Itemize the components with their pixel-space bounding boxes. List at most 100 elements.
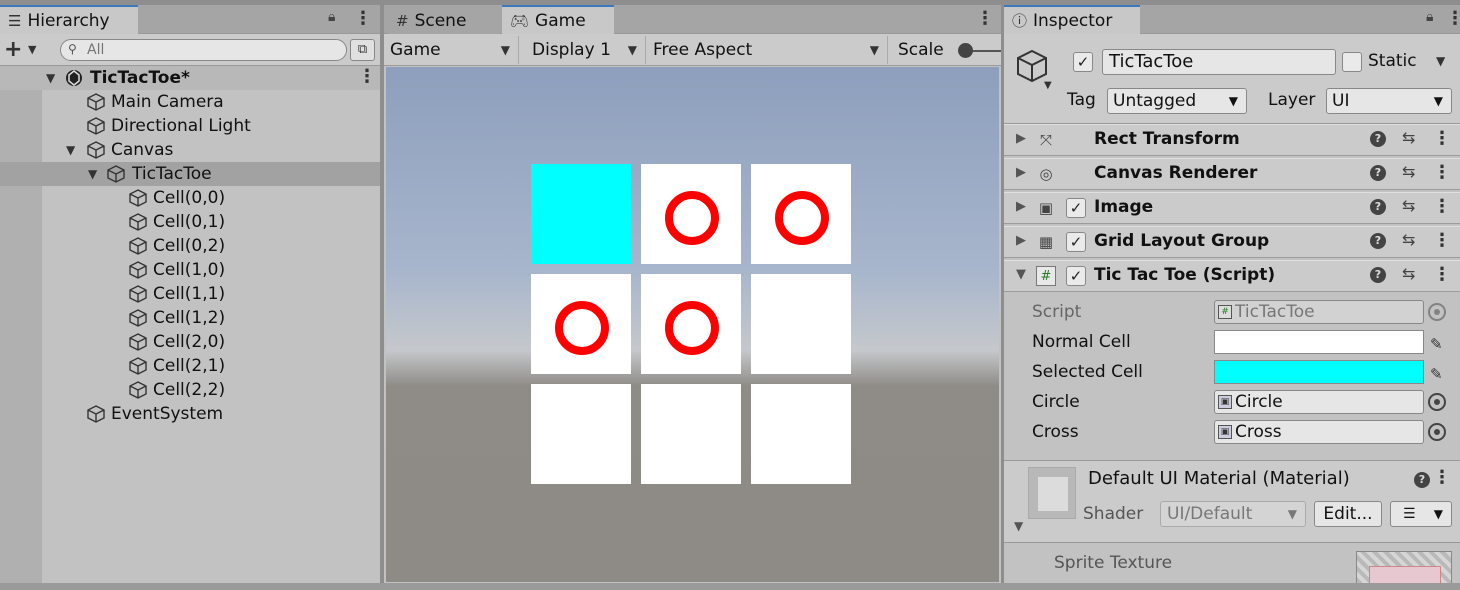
board-cell[interactable]: [531, 384, 631, 484]
component-enabled-checkbox[interactable]: ✓: [1066, 266, 1086, 286]
fold-arrow-icon[interactable]: ▶: [1016, 233, 1026, 248]
board-cell[interactable]: [751, 274, 851, 374]
game-menu-icon[interactable]: ⋮: [976, 8, 994, 30]
expand-arrow-icon[interactable]: ▼: [88, 162, 97, 186]
hierarchy-item-label: Cell(2,0): [153, 332, 226, 352]
component-tictactoe-script[interactable]: ▼ # ✓ Tic Tac Toe (Script) ? ⇆ ⋮: [1004, 260, 1460, 292]
edit-shader-button[interactable]: Edit...: [1314, 501, 1382, 527]
lock-icon[interactable]: 🔒︎: [1426, 9, 1433, 25]
gameobject-icon[interactable]: [1014, 48, 1050, 84]
shader-label: Shader: [1083, 504, 1144, 524]
chevron-down-icon[interactable]: ▼: [28, 43, 36, 56]
help-icon[interactable]: ?: [1370, 165, 1386, 181]
hierarchy-item-cell[interactable]: Cell(0,1): [0, 210, 380, 234]
preset-icon[interactable]: ⇆: [1402, 162, 1415, 181]
normal-cell-color-field[interactable]: [1214, 330, 1424, 354]
static-dropdown-icon[interactable]: ▼: [1436, 54, 1445, 68]
preset-icon[interactable]: ⇆: [1402, 230, 1415, 249]
eyedropper-icon[interactable]: ✎: [1430, 361, 1443, 387]
hierarchy-item-eventsystem[interactable]: EventSystem: [0, 402, 380, 426]
inspector-menu-icon[interactable]: ⋮: [1446, 8, 1460, 30]
help-icon[interactable]: ?: [1370, 233, 1386, 249]
expand-arrow-icon[interactable]: ▼: [66, 138, 75, 162]
component-enabled-checkbox[interactable]: ✓: [1066, 198, 1086, 218]
lock-icon[interactable]: 🔒︎: [328, 9, 335, 25]
tab-scene[interactable]: # Scene: [388, 5, 500, 34]
hierarchy-item-cell[interactable]: Cell(0,0): [0, 186, 380, 210]
fold-arrow-icon[interactable]: ▼: [1016, 267, 1026, 282]
object-picker-icon[interactable]: [1428, 423, 1446, 441]
help-icon[interactable]: ?: [1370, 199, 1386, 215]
expand-arrow-icon[interactable]: ▼: [46, 66, 55, 90]
selected-cell-color-field[interactable]: [1214, 360, 1424, 384]
tag-select[interactable]: Untagged ▼: [1107, 88, 1247, 114]
layer-select[interactable]: UI ▼: [1326, 88, 1452, 114]
board-cell[interactable]: [751, 164, 851, 264]
cross-reference-field[interactable]: ▣ Cross: [1214, 420, 1424, 444]
component-menu-icon[interactable]: ⋮: [1433, 128, 1451, 150]
add-icon[interactable]: +: [4, 37, 22, 62]
view-select[interactable]: Game ▼: [384, 36, 519, 64]
hierarchy-item-tictactoe[interactable]: ▼ TicTacToe: [0, 162, 380, 186]
board-cell[interactable]: [641, 384, 741, 484]
hierarchy-item-cell[interactable]: Cell(2,1): [0, 354, 380, 378]
object-name-field[interactable]: TicTacToe: [1102, 49, 1336, 75]
component-menu-icon[interactable]: ⋮: [1433, 264, 1451, 286]
static-checkbox[interactable]: [1342, 52, 1362, 72]
circle-reference-field[interactable]: ▣ Circle: [1214, 390, 1424, 414]
board-cell[interactable]: [641, 274, 741, 374]
hierarchy-item-cell[interactable]: Cell(2,0): [0, 330, 380, 354]
eyedropper-icon[interactable]: ✎: [1430, 331, 1443, 357]
component-image[interactable]: ▶ ▣ ✓ Image ? ⇆ ⋮: [1004, 192, 1460, 224]
field-script: Script # TicTacToe: [1032, 299, 1460, 325]
fold-arrow-icon[interactable]: ▶: [1016, 199, 1026, 214]
board-cell[interactable]: [531, 274, 631, 374]
preset-icon[interactable]: ⇆: [1402, 128, 1415, 147]
hierarchy-item-cell[interactable]: Cell(1,1): [0, 282, 380, 306]
hierarchy-search[interactable]: ⚲: [60, 39, 347, 61]
help-icon[interactable]: ?: [1370, 267, 1386, 283]
fold-arrow-icon[interactable]: ▶: [1016, 165, 1026, 180]
hierarchy-item-cell[interactable]: Cell(2,2): [0, 378, 380, 402]
hierarchy-item-cell[interactable]: Cell(1,2): [0, 306, 380, 330]
hierarchy-item-directional-light[interactable]: Directional Light: [0, 114, 380, 138]
component-menu-icon[interactable]: ⋮: [1433, 230, 1451, 252]
hierarchy-item-tictactoe-scene[interactable]: ▼ TicTacToe* ⋮: [0, 66, 380, 90]
game-viewport[interactable]: [386, 67, 999, 582]
board-cell[interactable]: [751, 384, 851, 484]
component-grid-layout-group[interactable]: ▶ ▦ ✓ Grid Layout Group ? ⇆ ⋮: [1004, 226, 1460, 258]
hierarchy-item-canvas[interactable]: ▼ Canvas: [0, 138, 380, 162]
object-picker-icon[interactable]: [1428, 393, 1446, 411]
chevron-down-icon[interactable]: ▼: [1044, 80, 1052, 91]
shader-options-button[interactable]: ☰ ▼: [1390, 501, 1452, 527]
tab-game[interactable]: 🎮︎ Game: [502, 5, 614, 34]
help-icon[interactable]: ?: [1414, 472, 1430, 488]
material-menu-icon[interactable]: ⋮: [1433, 467, 1451, 489]
scale-slider-handle[interactable]: [958, 43, 973, 58]
scene-menu-icon[interactable]: ⋮: [358, 66, 376, 88]
component-title: Grid Layout Group: [1094, 231, 1270, 251]
hierarchy-item-cell[interactable]: Cell(1,0): [0, 258, 380, 282]
component-canvas-renderer[interactable]: ▶ ◎ Canvas Renderer ? ⇆ ⋮: [1004, 158, 1460, 190]
hierarchy-item-main-camera[interactable]: Main Camera: [0, 90, 380, 114]
board-cell[interactable]: [531, 164, 631, 264]
help-icon[interactable]: ?: [1370, 131, 1386, 147]
component-enabled-checkbox[interactable]: ✓: [1066, 232, 1086, 252]
component-menu-icon[interactable]: ⋮: [1433, 196, 1451, 218]
active-checkbox[interactable]: ✓: [1073, 52, 1093, 72]
tab-hierarchy[interactable]: ☰ Hierarchy: [0, 5, 138, 34]
tab-inspector[interactable]: ⓘ Inspector: [1004, 5, 1140, 34]
preset-icon[interactable]: ⇆: [1402, 196, 1415, 215]
scene-search-button[interactable]: ⧉: [350, 39, 375, 61]
board-cell[interactable]: [641, 164, 741, 264]
display-select[interactable]: Display 1 ▼: [520, 36, 646, 64]
fold-arrow-icon[interactable]: ▼: [1014, 519, 1023, 533]
aspect-select[interactable]: Free Aspect ▼: [647, 36, 888, 64]
preset-icon[interactable]: ⇆: [1402, 264, 1415, 283]
search-input[interactable]: [87, 41, 337, 59]
component-menu-icon[interactable]: ⋮: [1433, 162, 1451, 184]
fold-arrow-icon[interactable]: ▶: [1016, 131, 1026, 146]
hierarchy-menu-icon[interactable]: ⋮: [354, 8, 372, 30]
hierarchy-item-cell[interactable]: Cell(0,2): [0, 234, 380, 258]
component-rect-transform[interactable]: ▶ ⤧ Rect Transform ? ⇆ ⋮: [1004, 124, 1460, 156]
